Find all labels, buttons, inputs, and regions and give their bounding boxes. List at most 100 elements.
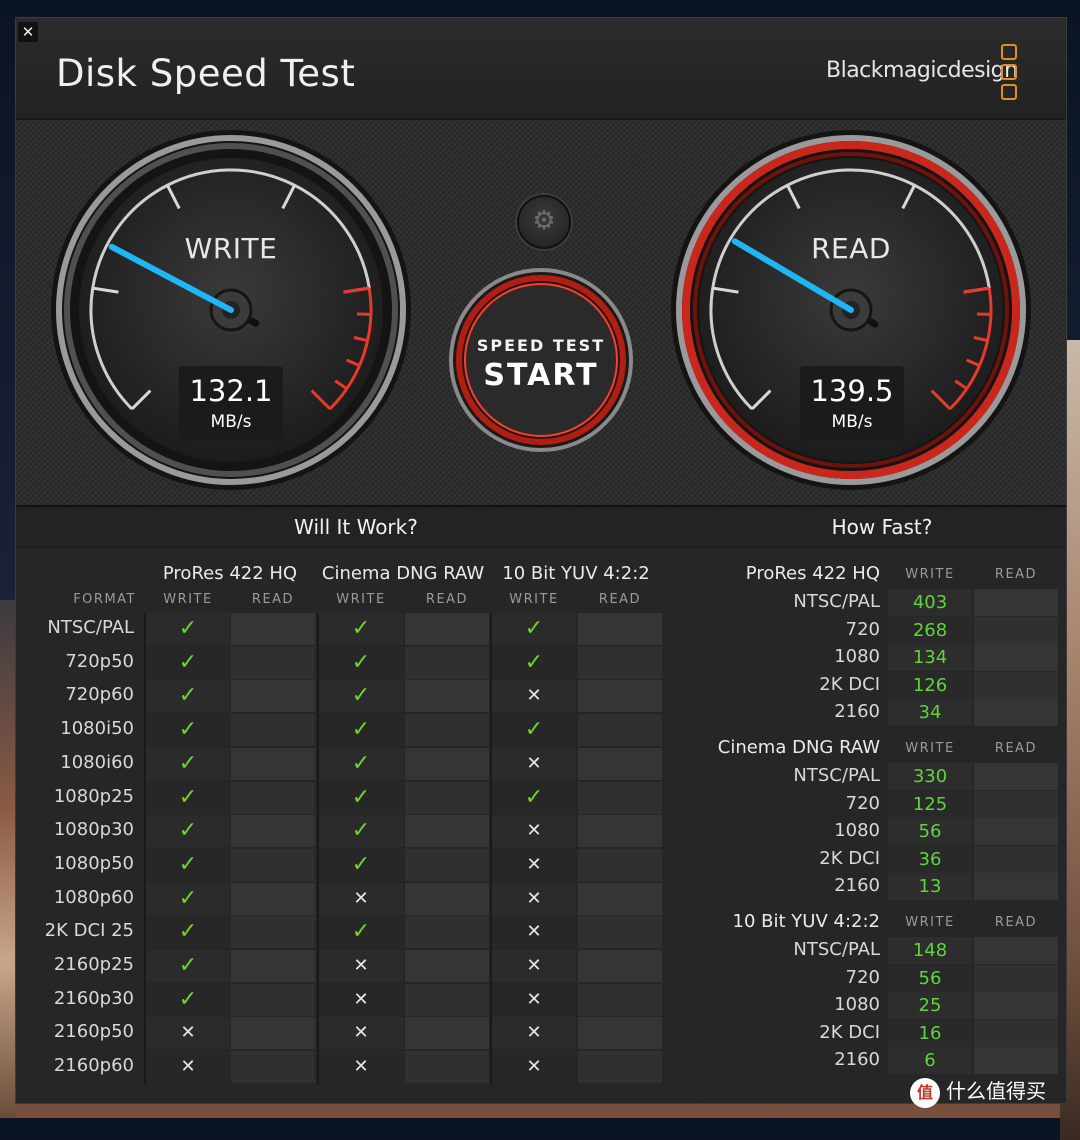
gear-icon: ⚙: [532, 206, 555, 236]
format-label: 1080p30: [16, 819, 134, 840]
read-result-cell: [405, 782, 489, 814]
check-icon: ✓: [319, 680, 403, 712]
cross-icon: ✕: [492, 916, 576, 948]
read-result-cell: [231, 613, 315, 645]
will-it-work-title: Will It Work?: [16, 507, 696, 548]
read-speed-cell: [974, 873, 1058, 900]
write-column-header: WRITE: [888, 567, 972, 582]
read-speed-cell: [974, 965, 1058, 992]
watermark-logo-icon: 值: [910, 1078, 940, 1108]
check-icon: ✓: [146, 782, 230, 814]
read-speed-cell: [974, 992, 1058, 1019]
read-result-cell: [231, 782, 315, 814]
check-icon: ✓: [146, 883, 230, 915]
format-label: 2160p50: [16, 1021, 134, 1042]
check-icon: ✓: [319, 647, 403, 679]
speed-group-title: ProRes 422 HQ: [698, 563, 880, 584]
cross-icon: ✕: [319, 984, 403, 1016]
read-column-header: READ: [974, 567, 1058, 582]
close-button[interactable]: ✕: [18, 22, 38, 42]
read-result-cell: [405, 680, 489, 712]
write-speed-cell: 126: [888, 672, 972, 699]
read-result-cell: [578, 849, 662, 881]
how-fast-title: How Fast?: [698, 507, 1066, 548]
read-result-cell: [578, 984, 662, 1016]
read-result-cell: [405, 984, 489, 1016]
read-result-cell: [231, 815, 315, 847]
format-label: 1080i50: [16, 718, 134, 739]
check-icon: ✓: [492, 782, 576, 814]
read-result-cell: [231, 714, 315, 746]
speed-format-label: 720: [698, 967, 880, 988]
gauge-panel: WRITE 132.1 MB/s ⚙ SPEED TEST START READ…: [16, 120, 1066, 507]
format-group-title: 10 Bit YUV 4:2:2: [476, 563, 676, 584]
read-result-cell: [231, 647, 315, 679]
settings-button[interactable]: ⚙: [517, 195, 571, 249]
check-icon: ✓: [146, 613, 230, 645]
read-result-cell: [405, 916, 489, 948]
read-result-cell: [578, 1051, 662, 1083]
read-speed-value: 139.5: [800, 374, 904, 408]
write-speed-cell: 403: [888, 589, 972, 616]
cross-icon: ✕: [492, 984, 576, 1016]
check-icon: ✓: [319, 815, 403, 847]
speed-format-label: 2K DCI: [698, 848, 880, 869]
read-result-cell: [578, 1017, 662, 1049]
app-title: Disk Speed Test: [56, 52, 355, 95]
read-result-cell: [231, 916, 315, 948]
app-window: Disk Speed Test Blackmagicdesign WRITE 1…: [15, 17, 1067, 1104]
format-group-title: ProRes 422 HQ: [130, 563, 330, 584]
brand-logo-icon: [1001, 44, 1019, 104]
read-result-cell: [578, 782, 662, 814]
read-column-header: READ: [405, 592, 489, 607]
cross-icon: ✕: [492, 1051, 576, 1083]
format-label: 1080p50: [16, 853, 134, 874]
check-icon: ✓: [146, 647, 230, 679]
check-icon: ✓: [319, 714, 403, 746]
speed-format-label: 2160: [698, 875, 880, 896]
read-gauge: [631, 120, 1067, 505]
format-column-header: FORMAT: [36, 592, 136, 607]
speed-format-label: 1080: [698, 994, 880, 1015]
write-speed-value: 132.1: [179, 374, 283, 408]
check-icon: ✓: [492, 613, 576, 645]
cross-icon: ✕: [492, 815, 576, 847]
start-button[interactable]: SPEED TEST START: [451, 270, 631, 450]
speed-format-label: 2K DCI: [698, 1022, 880, 1043]
write-speed-cell: 56: [888, 818, 972, 845]
read-result-cell: [231, 1051, 315, 1083]
check-icon: ✓: [146, 748, 230, 780]
speed-format-label: 1080: [698, 646, 880, 667]
speed-format-label: NTSC/PAL: [698, 939, 880, 960]
start-button-label: START: [451, 358, 631, 393]
read-speed-cell: [974, 791, 1058, 818]
read-result-cell: [578, 883, 662, 915]
cross-icon: ✕: [492, 748, 576, 780]
write-speed-cell: 25: [888, 992, 972, 1019]
write-speed-cell: 34: [888, 699, 972, 726]
read-speed-cell: [974, 1047, 1058, 1074]
check-icon: ✓: [146, 714, 230, 746]
read-speed-cell: [974, 1020, 1058, 1047]
read-column-header: READ: [974, 915, 1058, 930]
check-icon: ✓: [492, 647, 576, 679]
cross-icon: ✕: [492, 680, 576, 712]
read-speed-cell: [974, 937, 1058, 964]
title-bar: Disk Speed Test Blackmagicdesign: [16, 18, 1066, 120]
read-result-cell: [231, 1017, 315, 1049]
write-gauge-label: WRITE: [141, 232, 321, 265]
read-speed-cell: [974, 763, 1058, 790]
read-readout: 139.5 MB/s: [800, 366, 904, 440]
speed-format-label: NTSC/PAL: [698, 591, 880, 612]
write-speed-cell: 125: [888, 791, 972, 818]
write-column-header: WRITE: [319, 592, 403, 607]
read-result-cell: [578, 815, 662, 847]
write-speed-cell: 268: [888, 617, 972, 644]
read-result-cell: [405, 1051, 489, 1083]
format-label: 720p50: [16, 651, 134, 672]
speed-format-label: 1080: [698, 820, 880, 841]
brand-name: Blackmagicdesign: [826, 58, 1018, 83]
read-result-cell: [578, 748, 662, 780]
format-group-title: Cinema DNG RAW: [303, 563, 503, 584]
read-result-cell: [405, 647, 489, 679]
